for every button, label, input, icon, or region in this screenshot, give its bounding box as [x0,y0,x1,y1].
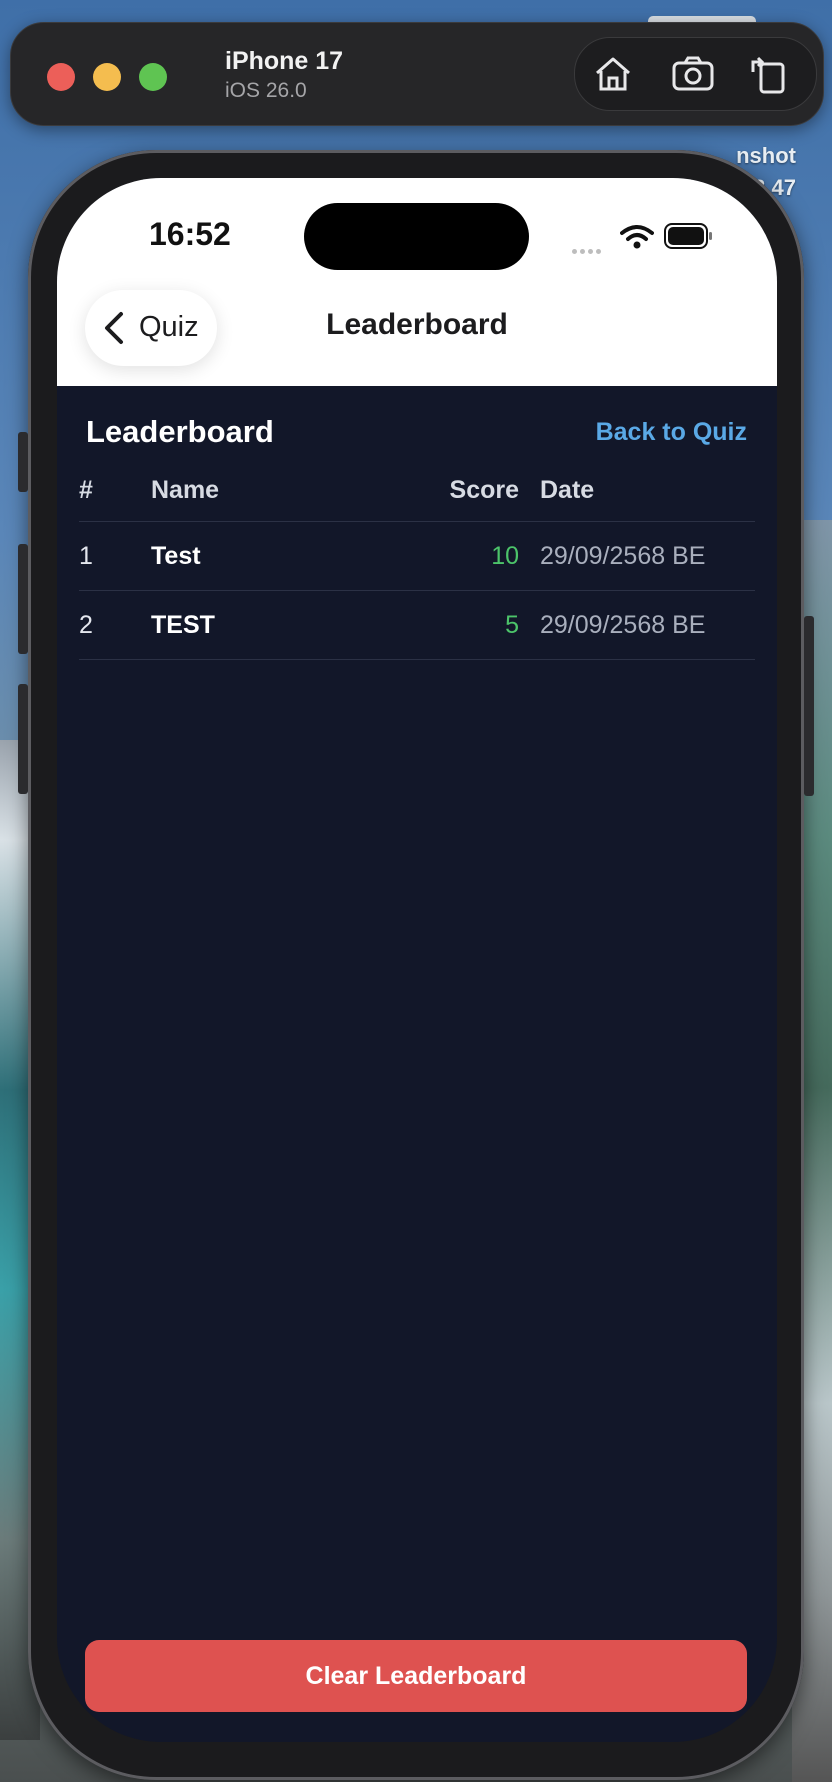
nav-title: Leaderboard [326,308,508,341]
simulator-toolbar [574,37,817,111]
score-cell: 10 [491,542,519,570]
close-window-button[interactable] [47,63,75,91]
rotate-icon[interactable] [747,52,791,96]
zoom-window-button[interactable] [139,63,167,91]
simulator-title-bar: iPhone 17 iOS 26.0 [10,22,824,126]
date-cell: 29/09/2568 BE [540,542,706,570]
name-cell: TEST [151,611,215,639]
volume-down-button[interactable] [18,684,28,794]
device-name: iPhone 17 [225,47,344,75]
date-cell: 29/09/2568 BE [540,611,706,639]
table-row: 1 Test 10 29/09/2568 BE [79,522,755,591]
battery-icon [664,222,714,255]
clear-leaderboard-button[interactable]: Clear Leaderboard [85,1640,747,1712]
phone-screen: 16:52 Quiz Leaderboard Leaderboard Back … [57,178,777,1742]
column-header-date: Date [540,476,595,504]
column-header-rank: # [79,476,93,504]
back-to-quiz-link[interactable]: Back to Quiz [596,418,747,447]
desktop-file-label-line1: nshot [736,143,796,168]
status-time: 16:52 [149,216,231,252]
score-cell: 5 [505,611,519,639]
leaderboard-table: # Name Score Date 1 Test 10 29/09/2568 B… [79,458,755,660]
screenshot-icon[interactable] [671,52,715,96]
wifi-icon [620,224,654,255]
navigation-bar: 16:52 Quiz Leaderboard [57,178,777,386]
page-title: Leaderboard [86,414,274,449]
rank-cell: 2 [79,611,93,639]
dynamic-island [304,203,529,270]
home-icon[interactable] [591,52,635,96]
table-header-row: # Name Score Date [79,458,755,522]
rank-cell: 1 [79,542,93,570]
cellular-signal-icon [572,241,604,259]
minimize-window-button[interactable] [93,63,121,91]
name-cell: Test [151,542,201,570]
action-button[interactable] [18,432,28,492]
column-header-score: Score [449,476,519,504]
table-row: 2 TEST 5 29/09/2568 BE [79,591,755,660]
volume-up-button[interactable] [18,544,28,654]
side-power-button[interactable] [804,616,814,796]
column-header-name: Name [151,476,220,504]
os-version: iOS 26.0 [225,79,307,102]
